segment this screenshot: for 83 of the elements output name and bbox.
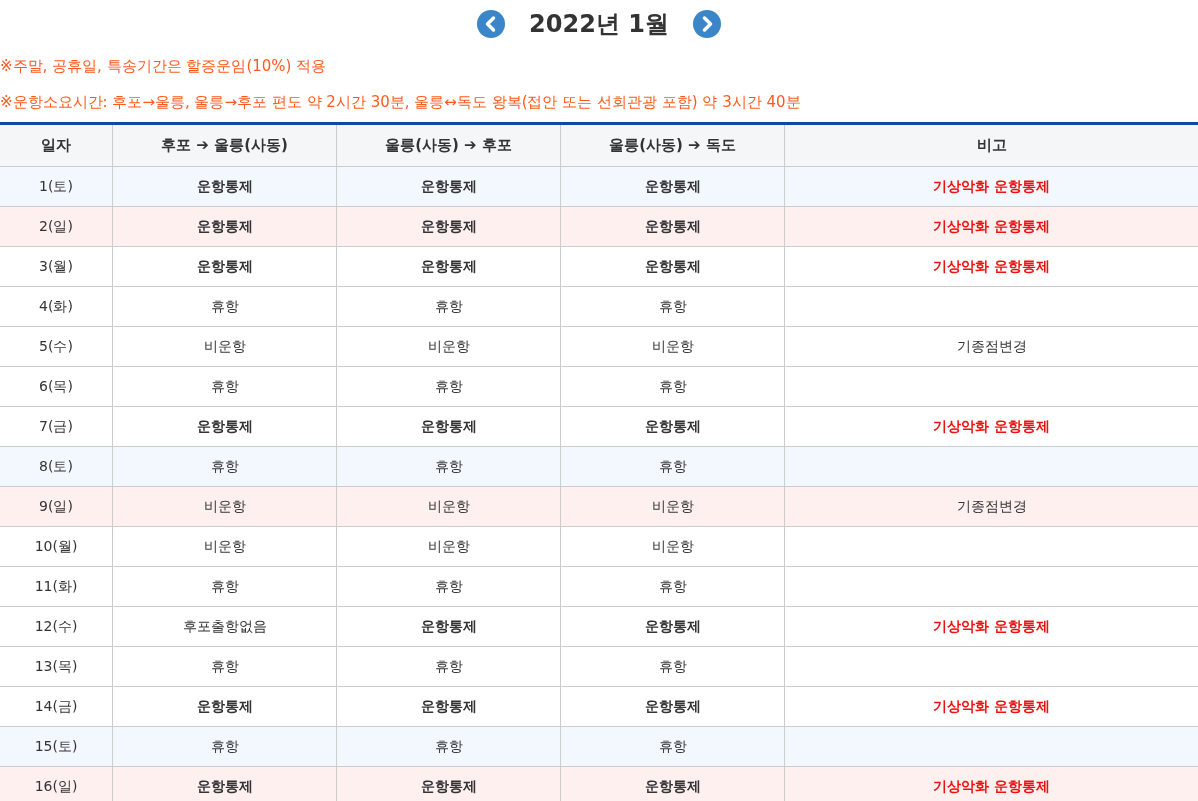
table-cell: 운항통제: [112, 686, 337, 727]
table-cell: 휴항: [336, 566, 561, 607]
date-cell: 16(일): [0, 766, 113, 801]
table-cell: 휴항: [112, 726, 337, 767]
table-cell: 휴항: [112, 646, 337, 687]
table-cell: 운항통제: [560, 686, 785, 727]
table-cell: 휴항: [560, 446, 785, 487]
table-cell: 휴항: [112, 366, 337, 407]
table-cell: 휴항: [336, 646, 561, 687]
date-cell: 6(목): [0, 366, 113, 407]
remark-cell: 기상악화 운항통제: [784, 406, 1198, 447]
table-cell: 후포출항없음: [112, 606, 337, 647]
table-cell: 운항통제: [336, 766, 561, 801]
date-cell: 13(목): [0, 646, 113, 687]
column-header: 울릉(사동) ➔ 독도: [560, 123, 785, 167]
table-cell: 운항통제: [336, 166, 561, 207]
table-cell: 운항통제: [560, 606, 785, 647]
table-cell: 휴항: [336, 726, 561, 767]
table-cell: 운항통제: [112, 766, 337, 801]
remark-cell: 기상악화 운항통제: [784, 166, 1198, 207]
month-title: 2022년 1월: [529, 9, 669, 40]
date-cell: 8(토): [0, 446, 113, 487]
remark-cell: 기종점변경: [784, 486, 1198, 527]
date-cell: 9(일): [0, 486, 113, 527]
table-cell: 휴항: [560, 646, 785, 687]
column-header: 일자: [0, 123, 113, 167]
table-cell: 비운항: [336, 326, 561, 367]
table-cell: 휴항: [112, 286, 337, 327]
table-cell: 비운항: [560, 326, 785, 367]
date-cell: 3(월): [0, 246, 113, 287]
notice-text: ※주말, 공휴일, 특송기간은 할증운임(10%) 적용: [0, 56, 328, 77]
next-month-button[interactable]: [692, 10, 721, 38]
table-cell: 비운항: [336, 526, 561, 567]
table-cell: 운항통제: [560, 406, 785, 447]
column-header: 울릉(사동) ➔ 후포: [336, 123, 561, 167]
remark-cell: 기상악화 운항통제: [784, 206, 1198, 247]
date-cell: 14(금): [0, 686, 113, 727]
column-header: 비고: [784, 123, 1198, 167]
column-header: 후포 ➔ 울릉(사동): [112, 123, 337, 167]
table-cell: 운항통제: [560, 206, 785, 247]
table-cell: 운항통제: [560, 766, 785, 801]
date-cell: 15(토): [0, 726, 113, 767]
remark-cell: 기상악화 운항통제: [784, 606, 1198, 647]
notice-text: ※운항소요시간: 후포→울릉, 울릉→후포 편도 약 2시간 30분, 울릉↔독도 왕복(접안 또는 선회관광 포함) 약 3시간 40분: [0, 92, 802, 113]
date-cell: 12(수): [0, 606, 113, 647]
table-cell: 휴항: [336, 446, 561, 487]
table-cell: 운항통제: [336, 606, 561, 647]
table-cell: 운항통제: [112, 206, 337, 247]
remark-cell: 기상악화 운항통제: [784, 766, 1198, 801]
table-cell: 휴항: [560, 366, 785, 407]
table-cell: 휴항: [336, 366, 561, 407]
table-cell: 비운항: [112, 526, 337, 567]
table-cell: 비운항: [336, 486, 561, 527]
table-cell: 비운항: [112, 326, 337, 367]
table-cell: 운항통제: [112, 246, 337, 287]
date-cell: 10(월): [0, 526, 113, 567]
remark-cell: 기상악화 운항통제: [784, 686, 1198, 727]
table-cell: 운항통제: [336, 206, 561, 247]
table-cell: 휴항: [560, 566, 785, 607]
date-cell: 7(금): [0, 406, 113, 447]
remark-cell: 기종점변경: [784, 326, 1198, 367]
date-cell: 2(일): [0, 206, 113, 247]
table-cell: 비운항: [560, 526, 785, 567]
table-cell: 비운항: [560, 486, 785, 527]
table-cell: 휴항: [560, 286, 785, 327]
table-cell: 휴항: [112, 566, 337, 607]
date-cell: 5(수): [0, 326, 113, 367]
date-cell: 1(토): [0, 166, 113, 207]
table-cell: 운항통제: [112, 166, 337, 207]
previous-month-button[interactable]: [477, 10, 506, 38]
remark-cell: 기상악화 운항통제: [784, 246, 1198, 287]
table-cell: 운항통제: [112, 406, 337, 447]
table-cell: 비운항: [112, 486, 337, 527]
date-cell: 11(화): [0, 566, 113, 607]
table-cell: 휴항: [560, 726, 785, 767]
table-cell: 휴항: [336, 286, 561, 327]
table-cell: 운항통제: [336, 686, 561, 727]
date-cell: 4(화): [0, 286, 113, 327]
table-cell: 휴항: [112, 446, 337, 487]
table-cell: 운항통제: [560, 246, 785, 287]
table-cell: 운항통제: [560, 166, 785, 207]
table-cell: 운항통제: [336, 406, 561, 447]
table-cell: 운항통제: [336, 246, 561, 287]
